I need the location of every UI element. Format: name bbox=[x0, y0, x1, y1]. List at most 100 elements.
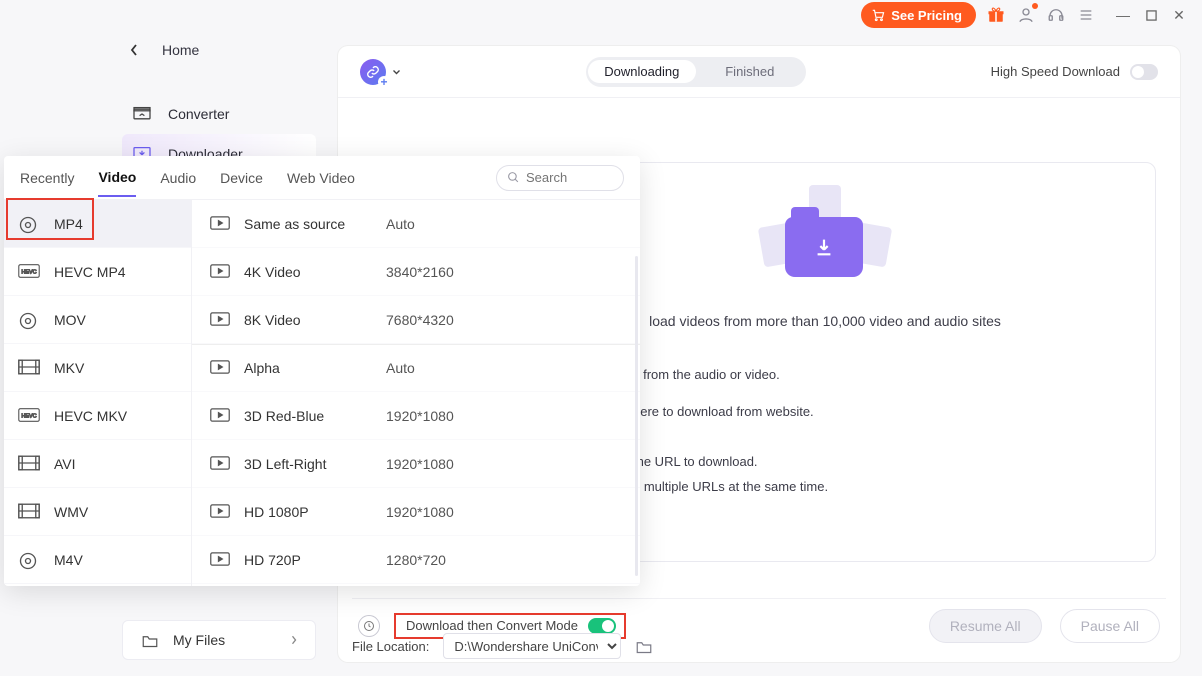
format-family-mkv[interactable]: MKV bbox=[4, 344, 191, 392]
resume-all-button[interactable]: Resume All bbox=[929, 609, 1042, 643]
format-family-label: WMV bbox=[54, 504, 88, 520]
format-icon bbox=[18, 455, 40, 473]
menu-icon[interactable] bbox=[1076, 5, 1096, 25]
format-option[interactable]: 8K Video7680*4320 bbox=[192, 296, 640, 344]
format-option[interactable]: 3D Left-Right1920*1080 bbox=[192, 440, 640, 488]
format-family-hevc-mkv[interactable]: HEVC HEVC MKV bbox=[4, 392, 191, 440]
format-family-hevc-mp4[interactable]: HEVC HEVC MP4 bbox=[4, 248, 191, 296]
format-family-label: MKV bbox=[54, 360, 84, 376]
search-icon bbox=[507, 171, 520, 184]
format-tabs: Recently Video Audio Device Web Video bbox=[4, 156, 640, 200]
option-name: 3D Red-Blue bbox=[244, 408, 386, 424]
format-option[interactable]: AlphaAuto bbox=[192, 344, 640, 392]
account-icon[interactable] bbox=[1016, 5, 1036, 25]
chevron-left-icon bbox=[130, 44, 138, 56]
format-family-m4v[interactable]: M4V bbox=[4, 536, 191, 584]
option-name: 3D Left-Right bbox=[244, 456, 386, 472]
format-option[interactable]: HD 720P1280*720 bbox=[192, 536, 640, 584]
play-icon bbox=[210, 360, 232, 376]
option-resolution: 1280*720 bbox=[386, 552, 446, 568]
play-icon bbox=[210, 552, 232, 568]
tab-web-video[interactable]: Web Video bbox=[287, 170, 355, 186]
tab-audio[interactable]: Audio bbox=[160, 170, 196, 186]
main-header: Downloading Finished High Speed Download bbox=[338, 46, 1180, 98]
option-resolution: 1920*1080 bbox=[386, 456, 454, 472]
option-name: HD 1080P bbox=[244, 504, 386, 520]
chevron-right-icon bbox=[291, 635, 297, 645]
format-family-label: M4V bbox=[54, 552, 83, 568]
format-family-mp4[interactable]: MP4 bbox=[4, 200, 191, 248]
format-search[interactable] bbox=[496, 165, 624, 191]
format-icon: HEVC bbox=[18, 407, 40, 425]
my-files-button[interactable]: My Files bbox=[122, 620, 316, 660]
format-family-avi[interactable]: AVI bbox=[4, 440, 191, 488]
add-download-button[interactable] bbox=[360, 59, 401, 85]
option-name: 8K Video bbox=[244, 312, 386, 328]
play-icon bbox=[210, 312, 232, 328]
home-nav[interactable]: Home bbox=[122, 36, 316, 64]
gift-icon[interactable] bbox=[986, 5, 1006, 25]
minimize-button[interactable]: — bbox=[1116, 8, 1130, 22]
format-family-mov[interactable]: MOV bbox=[4, 296, 191, 344]
download-status-segmented[interactable]: Downloading Finished bbox=[586, 57, 806, 87]
option-resolution: 7680*4320 bbox=[386, 312, 454, 328]
tab-recently[interactable]: Recently bbox=[20, 170, 74, 186]
svg-text:HEVC: HEVC bbox=[21, 413, 36, 419]
tab-downloading[interactable]: Downloading bbox=[588, 60, 696, 83]
empty-tips: k from the audio or video. here to downl… bbox=[633, 363, 1135, 500]
format-option-list: Same as sourceAuto4K Video3840*21608K Vi… bbox=[192, 200, 640, 586]
file-location-label: File Location: bbox=[352, 639, 429, 654]
open-folder-icon[interactable] bbox=[635, 639, 653, 654]
pause-all-button[interactable]: Pause All bbox=[1060, 609, 1160, 643]
svg-text:HEVC: HEVC bbox=[21, 269, 36, 275]
file-location-select[interactable]: D:\Wondershare UniConverter bbox=[443, 633, 621, 659]
option-resolution: 1920*1080 bbox=[386, 408, 454, 424]
high-speed-download: High Speed Download bbox=[991, 64, 1158, 80]
home-label: Home bbox=[162, 42, 199, 58]
format-option[interactable]: 3D Red-Blue1920*1080 bbox=[192, 392, 640, 440]
format-icon bbox=[18, 551, 40, 569]
option-name: HD 720P bbox=[244, 552, 386, 568]
option-resolution: 1920*1080 bbox=[386, 504, 454, 520]
window-controls: — ✕ bbox=[1116, 8, 1186, 22]
format-icon bbox=[18, 503, 40, 521]
option-resolution: Auto bbox=[386, 216, 415, 232]
option-name: Same as source bbox=[244, 216, 386, 232]
tab-device[interactable]: Device bbox=[220, 170, 263, 186]
sidebar-label: Converter bbox=[168, 106, 229, 122]
format-family-label: HEVC MKV bbox=[54, 408, 127, 424]
sidebar: Home Converter Downloader bbox=[122, 36, 316, 174]
format-option[interactable]: Same as sourceAuto bbox=[192, 200, 640, 248]
option-resolution: Auto bbox=[386, 360, 415, 376]
format-family-wmv[interactable]: WMV bbox=[4, 488, 191, 536]
format-family-label: HEVC MP4 bbox=[54, 264, 126, 280]
play-icon bbox=[210, 216, 232, 232]
high-speed-toggle[interactable] bbox=[1130, 64, 1158, 80]
tab-finished[interactable]: Finished bbox=[696, 60, 804, 83]
play-icon bbox=[210, 504, 232, 520]
file-location-row: File Location: D:\Wondershare UniConvert… bbox=[352, 628, 653, 664]
tip-line: the URL to download. bbox=[633, 450, 1135, 475]
see-pricing-button[interactable]: See Pricing bbox=[861, 2, 976, 28]
format-search-input[interactable] bbox=[526, 170, 604, 185]
headset-icon[interactable] bbox=[1046, 5, 1066, 25]
option-resolution: 3840*2160 bbox=[386, 264, 454, 280]
close-button[interactable]: ✕ bbox=[1172, 8, 1186, 22]
titlebar: See Pricing — ✕ bbox=[861, 0, 1202, 30]
folder-icon bbox=[141, 633, 159, 648]
tab-video[interactable]: Video bbox=[98, 169, 136, 197]
download-illustration bbox=[755, 187, 895, 297]
chevron-down-icon bbox=[392, 69, 401, 75]
my-files-label: My Files bbox=[173, 632, 225, 648]
sidebar-item-converter[interactable]: Converter bbox=[122, 94, 316, 134]
format-icon bbox=[18, 359, 40, 377]
play-icon bbox=[210, 408, 232, 424]
format-icon bbox=[18, 215, 40, 233]
format-option[interactable]: HD 1080P1920*1080 bbox=[192, 488, 640, 536]
option-name: 4K Video bbox=[244, 264, 386, 280]
high-speed-label: High Speed Download bbox=[991, 64, 1120, 79]
format-selection-popup: Recently Video Audio Device Web Video MP… bbox=[4, 156, 640, 586]
maximize-button[interactable] bbox=[1144, 8, 1158, 22]
play-icon bbox=[210, 264, 232, 280]
format-option[interactable]: 4K Video3840*2160 bbox=[192, 248, 640, 296]
